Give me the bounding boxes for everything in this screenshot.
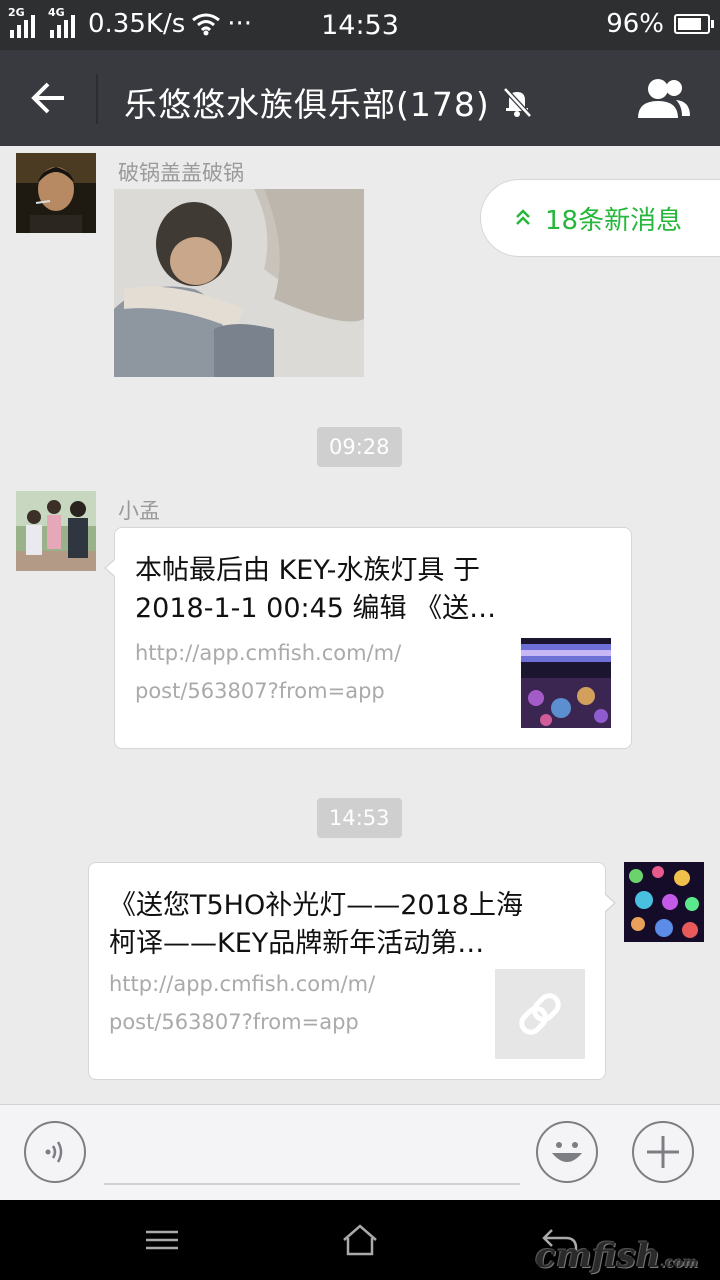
watermark-logo: cmfish.com xyxy=(535,1236,698,1276)
battery-percent: 96% xyxy=(606,9,664,39)
link-url-line: http://app.cmfish.com/m/ xyxy=(109,972,376,996)
status-bar: 2G 4G 0.35K/s ··· 14:53 96% xyxy=(0,0,720,50)
chat-title-group: 乐悠悠水族俱乐部(178) xyxy=(124,78,534,126)
new-messages-button[interactable]: 18条新消息 xyxy=(480,179,720,257)
link-thumbnail xyxy=(521,638,611,728)
bell-off-icon xyxy=(502,87,532,118)
plus-button[interactable] xyxy=(632,1121,694,1183)
input-bar xyxy=(0,1104,720,1201)
link-title-line: 本帖最后由 KEY-水族灯具 于 xyxy=(135,555,480,586)
link-card[interactable]: 本帖最后由 KEY-水族灯具 于 2018-1-1 00:45 编辑 《送… h… xyxy=(104,527,632,749)
menu-icon[interactable] xyxy=(140,1220,184,1260)
link-title-line: 《送您T5HO补光灯——2018上海 xyxy=(109,890,523,921)
avatar-photo xyxy=(16,153,96,233)
link-title-line: 柯译——KEY品牌新年活动第… xyxy=(109,928,485,959)
watermark-text: cmfish xyxy=(535,1236,661,1276)
link-title: 本帖最后由 KEY-水族灯具 于 2018-1-1 00:45 编辑 《送… xyxy=(135,552,496,628)
avatar-photo xyxy=(624,862,704,942)
link-card[interactable]: 《送您T5HO补光灯——2018上海 柯译——KEY品牌新年活动第… http:… xyxy=(88,862,616,1080)
plus-icon xyxy=(647,1136,679,1168)
link-title: 《送您T5HO补光灯——2018上海 柯译——KEY品牌新年活动第… xyxy=(109,887,523,963)
avatar[interactable] xyxy=(624,862,704,942)
timestamp: 09:28 xyxy=(317,427,402,467)
message-image xyxy=(114,189,364,377)
timestamp: 14:53 xyxy=(317,798,402,838)
group-icon[interactable] xyxy=(636,76,692,120)
arrow-left-icon[interactable] xyxy=(22,74,72,122)
voice-icon xyxy=(45,1141,63,1163)
new-messages-label: 18条新消息 xyxy=(545,205,683,236)
avatar[interactable] xyxy=(16,491,96,571)
link-url-line: post/563807?from=app xyxy=(135,679,385,703)
emoji-button[interactable] xyxy=(536,1121,598,1183)
link-url-line: http://app.cmfish.com/m/ xyxy=(135,641,402,665)
double-chevron-up-icon xyxy=(516,209,530,225)
aquarium-thumbnail-image xyxy=(521,638,611,728)
system-nav-bar: cmfish.com xyxy=(0,1200,720,1280)
chat-title: 乐悠悠水族俱乐部(178) xyxy=(124,85,490,124)
chat-header: 乐悠悠水族俱乐部(178) xyxy=(0,50,720,146)
sender-name: 小孟 xyxy=(118,499,160,523)
avatar[interactable] xyxy=(16,153,96,233)
status-right: 96% xyxy=(606,9,714,39)
voice-button[interactable] xyxy=(24,1121,86,1183)
battery-icon xyxy=(674,14,714,34)
avatar-photo xyxy=(16,491,96,571)
message-input[interactable] xyxy=(104,1183,520,1185)
emoji-icon xyxy=(552,1142,582,1162)
home-icon[interactable] xyxy=(338,1220,382,1260)
watermark-suffix: .com xyxy=(660,1255,698,1271)
link-icon xyxy=(519,993,561,1035)
link-url-line: post/563807?from=app xyxy=(109,1010,359,1034)
image-message[interactable] xyxy=(114,189,364,377)
header-divider xyxy=(96,74,98,124)
sender-name: 破锅盖盖破锅 xyxy=(118,161,244,185)
link-title-line: 2018-1-1 00:45 编辑 《送… xyxy=(135,593,497,624)
link-thumbnail xyxy=(495,969,585,1059)
